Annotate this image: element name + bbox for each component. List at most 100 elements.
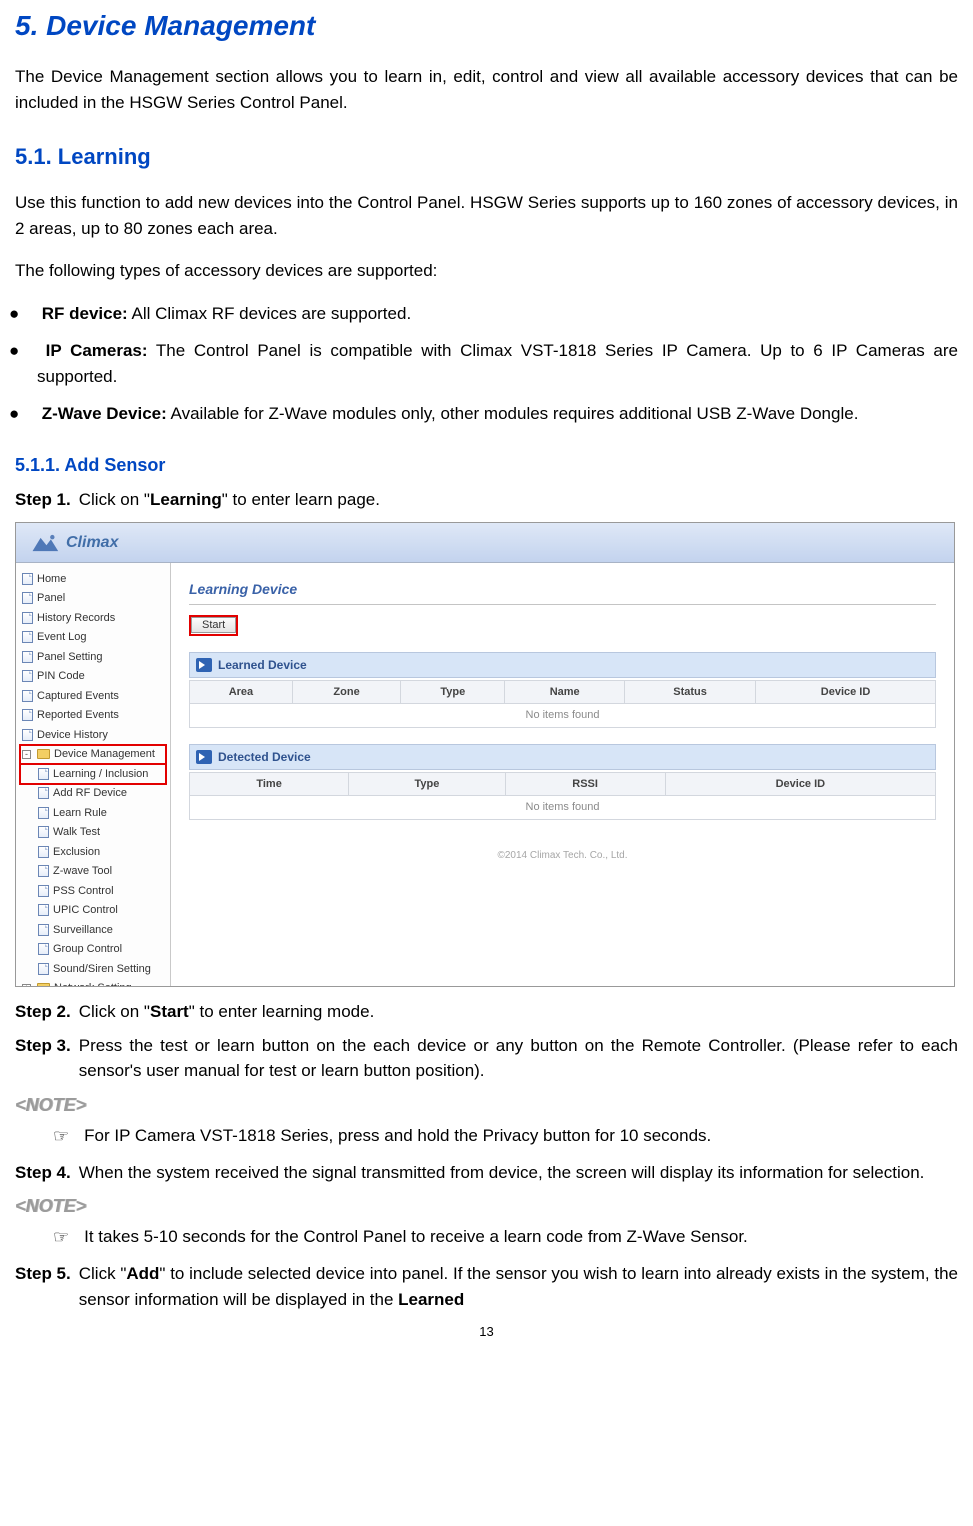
- note1-text: For IP Camera VST-1818 Series, press and…: [84, 1123, 711, 1150]
- table-row: Area Zone Type Name Status Device ID: [190, 680, 936, 704]
- bullet-ip-text: The Control Panel is compatible with Cli…: [37, 341, 958, 386]
- bullet-rf-device: RF device: All Climax RF devices are sup…: [37, 301, 958, 327]
- bullet-ip-cameras: IP Cameras: The Control Panel is compati…: [37, 338, 958, 389]
- page-icon: [22, 729, 33, 741]
- climax-logo-icon: [30, 532, 60, 554]
- learned-bar-label: Learned Device: [218, 656, 307, 674]
- page-icon: [22, 612, 33, 624]
- nav-event-log[interactable]: Event Log: [20, 628, 166, 648]
- step5-text-c: " to include selected device into panel.…: [79, 1264, 958, 1309]
- start-button[interactable]: Start: [191, 617, 236, 633]
- page-icon: [38, 885, 49, 897]
- nav-net-label: Network Setting: [54, 980, 132, 987]
- nav-pss-control[interactable]: PSS Control: [20, 881, 166, 901]
- pointer-icon: ☞: [53, 1123, 69, 1150]
- col-time: Time: [190, 772, 349, 796]
- detected-device-table: Time Type RSSI Device ID No items found: [189, 772, 936, 820]
- nav-group-control[interactable]: Group Control: [20, 940, 166, 960]
- nav-surveillance[interactable]: Surveillance: [20, 920, 166, 940]
- nav-zwave-tool[interactable]: Z-wave Tool: [20, 862, 166, 882]
- nav-pin-code[interactable]: PIN Code: [20, 667, 166, 687]
- nav-history[interactable]: History Records: [20, 608, 166, 628]
- nav-panel-setting[interactable]: Panel Setting: [20, 647, 166, 667]
- page-icon: [38, 807, 49, 819]
- ui-page-title: Learning Device: [189, 579, 936, 605]
- nav-panel-label: Panel: [37, 590, 65, 607]
- page-icon: [38, 787, 49, 799]
- step4-body: When the system received the signal tran…: [79, 1160, 958, 1186]
- nav-walk-label: Walk Test: [53, 824, 100, 841]
- col-rssi: RSSI: [505, 772, 665, 796]
- nav-reported-label: Reported Events: [37, 707, 119, 724]
- col-zone: Zone: [292, 680, 400, 704]
- nav-learning-inclusion[interactable]: Learning / Inclusion: [20, 764, 166, 784]
- ui-screenshot: Climax Home Panel History Records Event …: [15, 522, 955, 987]
- start-button-highlight: Start: [189, 615, 238, 636]
- nav-device-history[interactable]: Device History: [20, 725, 166, 745]
- nav-device-management[interactable]: -Device Management: [20, 745, 166, 765]
- nav-network-setting[interactable]: + Network Setting: [20, 979, 166, 988]
- bullet-zwave-text: Available for Z-Wave modules only, other…: [167, 404, 859, 423]
- page-number: 13: [15, 1322, 958, 1342]
- step2-start: Start: [150, 1002, 189, 1021]
- pointer-icon: ☞: [53, 1224, 69, 1251]
- step3-label: Step 3.: [15, 1033, 71, 1084]
- ui-nav-tree: Home Panel History Records Event Log Pan…: [16, 563, 171, 987]
- nav-upic-label: UPIC Control: [53, 902, 118, 919]
- nav-exclusion[interactable]: Exclusion: [20, 842, 166, 862]
- page-icon: [38, 924, 49, 936]
- col-area: Area: [190, 680, 293, 704]
- ui-logo: Climax: [30, 531, 118, 555]
- nav-learning-label: Learning / Inclusion: [53, 766, 148, 783]
- table-row: No items found: [190, 796, 936, 820]
- nav-captured-events[interactable]: Captured Events: [20, 686, 166, 706]
- nav-home[interactable]: Home: [20, 569, 166, 589]
- nav-add-rf-device[interactable]: Add RF Device: [20, 784, 166, 804]
- ui-copyright: ©2014 Climax Tech. Co., Ltd.: [189, 848, 936, 863]
- nav-upic-control[interactable]: UPIC Control: [20, 901, 166, 921]
- nav-panel[interactable]: Panel: [20, 589, 166, 609]
- col-type: Type: [401, 680, 505, 704]
- step4-label: Step 4.: [15, 1160, 71, 1186]
- page-icon: [38, 768, 49, 780]
- col-name: Name: [505, 680, 625, 704]
- page-icon: [22, 651, 33, 663]
- nav-sound-siren[interactable]: Sound/Siren Setting: [20, 959, 166, 979]
- nav-history-label: History Records: [37, 610, 115, 627]
- page-icon: [22, 573, 33, 585]
- col-device-id: Device ID: [665, 772, 935, 796]
- step5-body: Click "Add" to include selected device i…: [79, 1261, 958, 1312]
- step1-label: Step 1.: [15, 487, 71, 513]
- types-lead: The following types of accessory devices…: [15, 258, 958, 284]
- nav-pin-label: PIN Code: [37, 668, 85, 685]
- table-row: No items found: [190, 704, 936, 728]
- nav-sound-label: Sound/Siren Setting: [53, 961, 151, 978]
- bullet-rf-text: All Climax RF devices are supported.: [128, 304, 411, 323]
- nav-walk-test[interactable]: Walk Test: [20, 823, 166, 843]
- nav-reported-events[interactable]: Reported Events: [20, 706, 166, 726]
- step3-body: Press the test or learn button on the ea…: [79, 1033, 958, 1084]
- learned-device-table: Area Zone Type Name Status Device ID No …: [189, 680, 936, 728]
- nav-learn-rule[interactable]: Learn Rule: [20, 803, 166, 823]
- page-icon: [22, 631, 33, 643]
- page-icon: [22, 670, 33, 682]
- note2-text: It takes 5-10 seconds for the Control Pa…: [84, 1224, 748, 1251]
- note-tag: <NOTE>: [15, 1193, 958, 1220]
- nav-captured-label: Captured Events: [37, 688, 119, 705]
- col-status: Status: [625, 680, 756, 704]
- bullet-rf-bold: RF device:: [42, 304, 128, 323]
- page-icon: [38, 826, 49, 838]
- detected-device-bar: Detected Device: [189, 744, 936, 770]
- nav-home-label: Home: [37, 571, 66, 588]
- nav-event-label: Event Log: [37, 629, 87, 646]
- step1-body: Click on "Learning" to enter learn page.: [79, 487, 958, 513]
- page-icon: [38, 846, 49, 858]
- expand-icon[interactable]: -: [22, 750, 31, 759]
- bullet-ip-bold: IP Cameras:: [46, 341, 148, 360]
- step1-learning: Learning: [150, 490, 222, 509]
- nav-addrf-label: Add RF Device: [53, 785, 127, 802]
- expand-icon[interactable]: +: [22, 984, 31, 987]
- step2-text-c: " to enter learning mode.: [189, 1002, 375, 1021]
- step5-add: Add: [126, 1264, 159, 1283]
- col-type: Type: [349, 772, 505, 796]
